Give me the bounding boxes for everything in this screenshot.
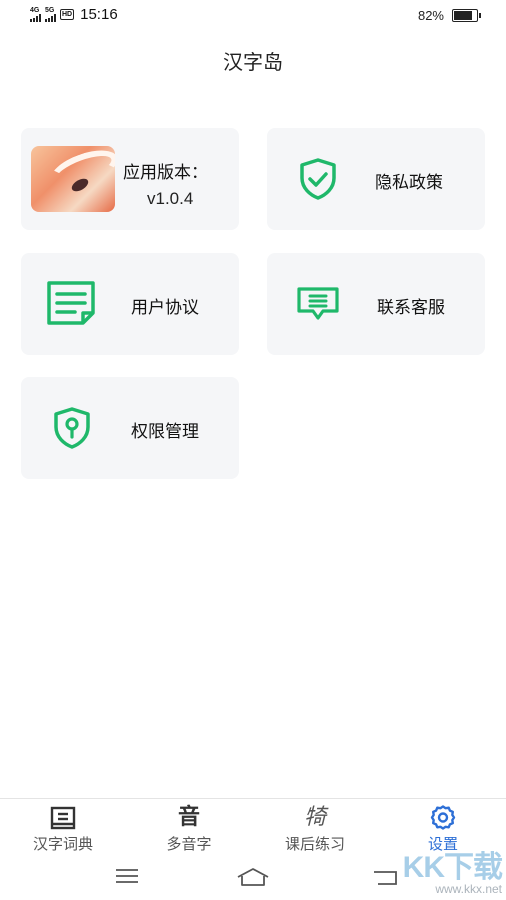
permission-management-label: 权限管理 (131, 422, 199, 442)
battery-fill (454, 11, 473, 20)
chat-message-icon (295, 285, 341, 327)
network-type-1: 4G (30, 7, 40, 14)
user-agreement-card[interactable]: 用户协议 (21, 253, 239, 355)
app-version-card[interactable]: 应用版本： v1.0.4 (21, 128, 239, 230)
battery-icon (452, 9, 481, 22)
practice-glyph-icon: 犄 (252, 805, 378, 831)
page-title: 汉字岛 (223, 50, 283, 74)
tab-practice-label: 课后练习 (284, 835, 345, 853)
document-icon (45, 279, 97, 331)
home-icon[interactable] (235, 866, 271, 892)
watermark-logo: KK下载 (402, 851, 503, 884)
version-value: v1.0.4 (147, 189, 194, 208)
network-type-2: 5G (45, 7, 55, 14)
tab-practice[interactable]: 犄 课后练习 (252, 805, 378, 854)
signal-5g-icon: 5G (45, 7, 56, 22)
dictionary-icon (0, 805, 126, 831)
status-left: 4G 5G HD 15:16 (30, 6, 118, 23)
privacy-policy-card[interactable]: 隐私政策 (267, 128, 485, 230)
tab-polyphonic[interactable]: 音 多音字 (126, 805, 252, 854)
version-label: 应用版本： (123, 163, 208, 183)
menu-icon[interactable] (114, 866, 140, 890)
version-info: 应用版本： v1.0.4 (123, 158, 208, 209)
signal-4g-icon: 4G (30, 7, 41, 22)
battery-percent: 82% (417, 8, 444, 23)
user-agreement-label: 用户协议 (131, 298, 199, 318)
tab-dictionary-label: 汉字词典 (32, 835, 93, 853)
status-bar: 4G 5G HD 15:16 82% (0, 0, 506, 32)
status-right: 82% (417, 8, 481, 23)
kkx-watermark: KK下载 www.kkx.net (402, 842, 503, 896)
shield-key-icon (49, 405, 95, 455)
status-time: 15:16 (80, 6, 118, 23)
shield-check-icon (295, 156, 341, 206)
hd-voice-badge: HD (60, 9, 75, 20)
gear-icon (380, 805, 506, 831)
contact-service-label: 联系客服 (377, 298, 445, 318)
app-icon-thumbnail (31, 146, 115, 212)
privacy-policy-label: 隐私政策 (375, 173, 443, 193)
tab-dictionary[interactable]: 汉字词典 (0, 805, 126, 854)
permission-management-card[interactable]: 权限管理 (21, 377, 239, 479)
yin-glyph: 音 (177, 805, 200, 830)
yin-glyph-icon: 音 (126, 805, 252, 831)
practice-glyph: 犄 (303, 805, 326, 830)
tab-polyphonic-label: 多音字 (166, 835, 212, 853)
back-icon[interactable] (372, 866, 402, 892)
contact-service-card[interactable]: 联系客服 (267, 253, 485, 355)
